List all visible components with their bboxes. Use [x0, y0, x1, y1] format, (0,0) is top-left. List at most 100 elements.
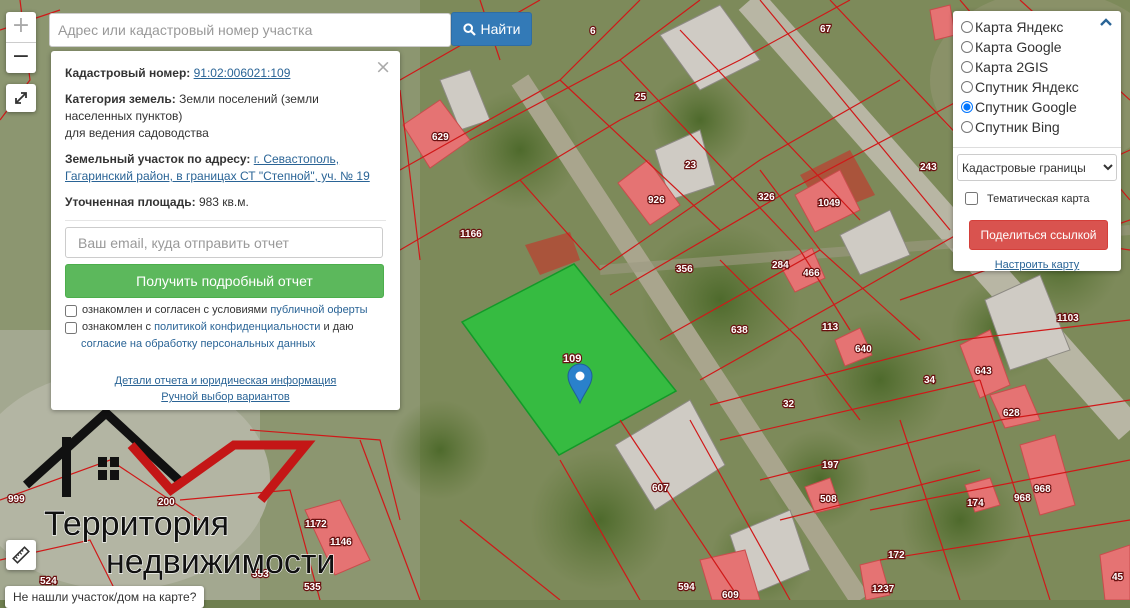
layer-label: Спутник Яндекс	[975, 79, 1079, 95]
offer-consent: ознакомлен и согласен с условиями публич…	[65, 302, 386, 319]
parcel-label: 284	[772, 260, 789, 271]
layer-option[interactable]: Спутник Google	[961, 97, 1113, 117]
layer-option[interactable]: Спутник Яндекс	[961, 77, 1113, 97]
parcel-label: 23	[685, 160, 697, 171]
parcel-label: 968	[1014, 493, 1031, 504]
manual-selection-link[interactable]: Ручной выбор вариантов	[65, 389, 386, 405]
privacy-policy-link[interactable]: политикой конфиденциальности	[154, 321, 320, 333]
privacy-consent: ознакомлен с политикой конфиденциальност…	[65, 319, 386, 336]
zoom-out-button[interactable]: −	[6, 43, 36, 73]
report-details-link[interactable]: Детали отчета и юридическая информация	[65, 373, 386, 389]
search-button-label: Найти	[480, 21, 521, 37]
zoom-in-button[interactable]: +	[6, 12, 36, 43]
close-icon[interactable]: ×	[375, 56, 391, 78]
search-icon	[462, 22, 476, 36]
thematic-map-label: Тематическая карта	[987, 192, 1090, 205]
parcel-label: 643	[975, 366, 992, 377]
layer-radio[interactable]	[961, 21, 973, 33]
parcel-label: 607	[652, 483, 669, 494]
parcel-label: 1237	[872, 584, 895, 595]
share-link-button[interactable]: Поделиться ссылкой	[969, 220, 1108, 250]
parcel-label: 594	[678, 582, 695, 593]
parcel-label: 45	[1112, 572, 1124, 583]
divider	[65, 220, 386, 221]
offer-consent-label: ознакомлен и согласен с условиями	[82, 304, 268, 316]
layer-radio[interactable]	[961, 121, 973, 133]
area-row: Уточненная площадь: 983 кв.м.	[65, 194, 386, 211]
offer-consent-text: ознакомлен и согласен с условиями публич…	[82, 302, 368, 319]
parcel-label: 67	[820, 24, 832, 35]
parcel-label: 535	[304, 582, 321, 593]
logo-line1: Территория	[44, 505, 229, 543]
parcel-label: 508	[820, 494, 837, 505]
usage-value: для ведения садоводства	[65, 126, 209, 140]
public-offer-link[interactable]: публичной оферты	[270, 304, 367, 316]
parcel-label: 174	[967, 498, 984, 509]
layer-radio[interactable]	[961, 81, 973, 93]
layer-option[interactable]: Карта Яндекс	[961, 17, 1113, 37]
privacy-consent-label-2: и даю	[323, 321, 354, 333]
parcel-label: 1166	[460, 229, 482, 240]
cadastral-label: Кадастровый номер:	[65, 66, 191, 80]
parcel-label: 34	[924, 375, 936, 386]
configure-map-link[interactable]: Настроить карту	[961, 259, 1113, 271]
parcel-label: 243	[920, 162, 937, 173]
layer-label: Карта 2GIS	[975, 59, 1049, 75]
parcel-label: 628	[1003, 408, 1020, 419]
category-row: Категория земель: Земли поселений (земли…	[65, 91, 386, 142]
fullscreen-button[interactable]	[6, 84, 36, 112]
layer-label: Карта Яндекс	[975, 19, 1064, 35]
map-layers-panel: Карта Яндекс Карта Google Карта 2GIS Спу…	[953, 11, 1121, 271]
personal-data-consent-link[interactable]: согласие на обработку персональных данны…	[65, 336, 315, 353]
not-found-link[interactable]: Не нашли участок/дом на карте?	[5, 586, 205, 608]
selected-parcel-label: 109	[563, 353, 581, 365]
email-input[interactable]	[65, 227, 383, 258]
offer-checkbox[interactable]	[65, 305, 77, 317]
category-label: Категория земель:	[65, 92, 176, 106]
divider	[953, 147, 1121, 148]
parcel-label: 640	[855, 344, 872, 355]
logo-line2: недвижимости	[106, 543, 335, 580]
search-input[interactable]	[49, 13, 451, 47]
search-button[interactable]: Найти	[451, 12, 532, 46]
parcel-label: 326	[758, 192, 775, 203]
address-row: Земельный участок по адресу: г. Севастоп…	[65, 151, 386, 185]
layer-option[interactable]: Карта 2GIS	[961, 57, 1113, 77]
parcel-label: 1103	[1057, 313, 1079, 324]
parcel-label: 356	[676, 264, 693, 275]
layer-option[interactable]: Спутник Bing	[961, 117, 1113, 137]
parcel-label: 6	[590, 26, 596, 37]
parcel-label: 32	[783, 399, 795, 410]
company-logo: Территория недвижимости	[22, 406, 336, 580]
parcel-label: 638	[731, 325, 748, 336]
thematic-map-option[interactable]: Тематическая карта	[961, 189, 1113, 208]
layer-option[interactable]: Карта Google	[961, 37, 1113, 57]
get-report-button[interactable]: Получить подробный отчет	[65, 264, 384, 298]
layer-radio[interactable]	[961, 61, 973, 73]
zoom-control: + −	[6, 12, 36, 73]
parcel-label: 172	[888, 550, 905, 561]
expand-icon	[15, 92, 27, 104]
chevron-up-icon[interactable]	[1099, 17, 1113, 27]
parcel-label: 25	[635, 92, 647, 103]
layer-label: Карта Google	[975, 39, 1062, 55]
parcel-label: 926	[648, 195, 665, 206]
layer-label: Спутник Google	[975, 99, 1077, 115]
privacy-checkbox[interactable]	[65, 322, 77, 334]
layer-radio[interactable]	[961, 41, 973, 53]
area-value: 983 кв.м.	[198, 195, 249, 209]
parcel-label: 466	[803, 268, 820, 279]
ruler-button[interactable]	[6, 540, 36, 570]
cadastral-number-link[interactable]: 91:02:006021:109	[194, 66, 291, 80]
overlay-select[interactable]: Кадастровые границы	[957, 154, 1117, 181]
parcel-label: 968	[1034, 484, 1051, 495]
personal-data-consent-row: согласие на обработку персональных данны…	[65, 336, 386, 353]
parcel-label: 629	[432, 132, 449, 143]
layer-label: Спутник Bing	[975, 119, 1060, 135]
ruler-icon	[12, 546, 30, 564]
layer-radio[interactable]	[961, 101, 973, 113]
thematic-map-checkbox[interactable]	[965, 192, 978, 205]
parcel-label: 197	[822, 460, 839, 471]
area-label: Уточненная площадь:	[65, 195, 196, 209]
parcel-label: 1049	[818, 198, 841, 209]
